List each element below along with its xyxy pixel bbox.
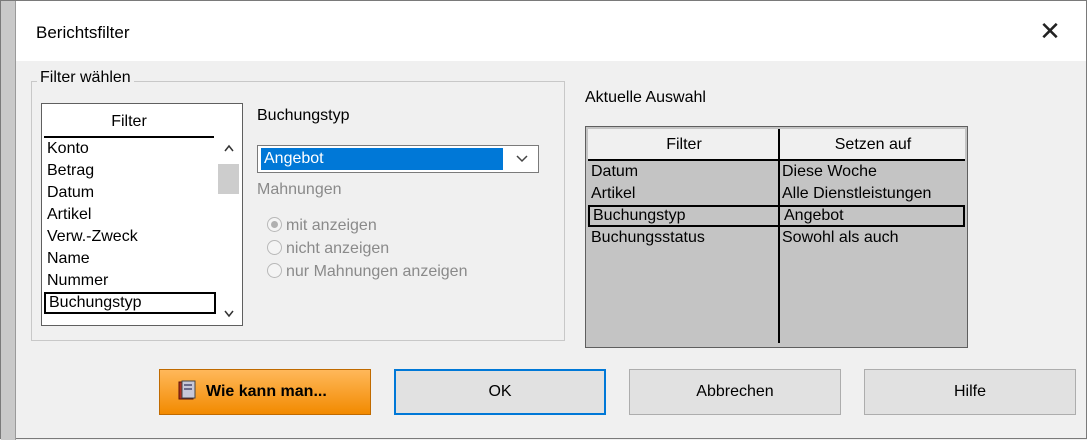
radio-nur-mahnungen[interactable]: nur Mahnungen anzeigen [267, 261, 467, 283]
radio-icon [267, 240, 282, 255]
title-bar: Berichtsfilter ✕ [16, 1, 1086, 61]
buchungstyp-selected-value: Angebot [261, 148, 503, 170]
table-row[interactable]: Buchungsstatus Sowohl als auch [588, 227, 965, 249]
table-row-selected[interactable]: Buchungstyp Angebot [588, 205, 965, 227]
ok-button[interactable]: OK [394, 369, 606, 415]
table-cell: Datum [591, 163, 639, 180]
filter-list-items: Konto Betrag Datum Artikel Verw.-Zweck N… [44, 138, 216, 314]
how-to-label: Wie kann man... [206, 383, 327, 400]
list-item[interactable]: Nummer [44, 270, 216, 292]
table-cell: Angebot [784, 207, 844, 224]
close-icon[interactable]: ✕ [1032, 13, 1068, 49]
list-item[interactable]: Name [44, 248, 216, 270]
table-header: Filter Setzen auf [588, 129, 965, 161]
radio-selected-icon [267, 217, 282, 232]
filter-list-scrollbar[interactable] [216, 138, 241, 324]
table-row[interactable]: Datum Diese Woche [588, 161, 965, 183]
list-item[interactable]: Datum [44, 182, 216, 204]
table-cell: Buchungsstatus [591, 229, 705, 246]
filter-listbox[interactable]: Filter Konto Betrag Datum Artikel Verw.-… [41, 103, 243, 326]
column-header-setzen-auf: Setzen auf [834, 136, 912, 153]
help-button[interactable]: Hilfe [864, 369, 1076, 415]
current-selection-label: Aktuelle Auswahl [585, 89, 706, 106]
table-cell: Artikel [591, 185, 636, 202]
buchungstyp-label: Buchungstyp [257, 107, 350, 124]
dialog-title: Berichtsfilter [36, 23, 130, 42]
left-border-strip [1, 1, 16, 440]
book-icon [176, 375, 198, 400]
list-item[interactable]: Verw.-Zweck [44, 226, 216, 248]
scrollbar-thumb[interactable] [218, 164, 239, 194]
list-item[interactable]: Artikel [44, 204, 216, 226]
table-cell: Sowohl als auch [782, 229, 899, 246]
mahnungen-label: Mahnungen [257, 181, 342, 198]
radio-nicht-anzeigen[interactable]: nicht anzeigen [267, 238, 389, 260]
table-cell: Diese Woche [782, 163, 877, 180]
list-item[interactable]: Konto [44, 138, 216, 160]
how-to-button[interactable]: Wie kann man... [159, 369, 371, 415]
radio-icon [267, 263, 282, 278]
chevron-down-icon[interactable] [216, 304, 241, 324]
radio-label: nicht anzeigen [286, 240, 390, 257]
filter-group-legend: Filter wählen [37, 69, 134, 87]
cancel-button[interactable]: Abbrechen [629, 369, 841, 415]
column-header-filter: Filter [666, 136, 702, 153]
chevron-up-icon[interactable] [216, 138, 241, 158]
table-row[interactable]: Artikel Alle Dienstleistungen [588, 183, 965, 205]
list-item[interactable]: Betrag [44, 160, 216, 182]
radio-label: mit anzeigen [286, 217, 377, 234]
table-cell: Buchungstyp [593, 207, 686, 224]
dialog-window: Berichtsfilter ✕ Filter wählen Filter Ko… [0, 0, 1087, 440]
table-cell: Alle Dienstleistungen [782, 185, 932, 202]
buchungstyp-dropdown[interactable]: Angebot [257, 145, 539, 173]
radio-mit-anzeigen[interactable]: mit anzeigen [267, 215, 377, 237]
radio-label: nur Mahnungen anzeigen [286, 263, 468, 280]
current-selection-table[interactable]: Filter Setzen auf Datum Diese Woche Arti… [585, 126, 968, 348]
filter-list-header: Filter [44, 106, 214, 138]
list-item-selected[interactable]: Buchungstyp [44, 292, 216, 314]
chevron-down-icon[interactable] [508, 148, 536, 170]
